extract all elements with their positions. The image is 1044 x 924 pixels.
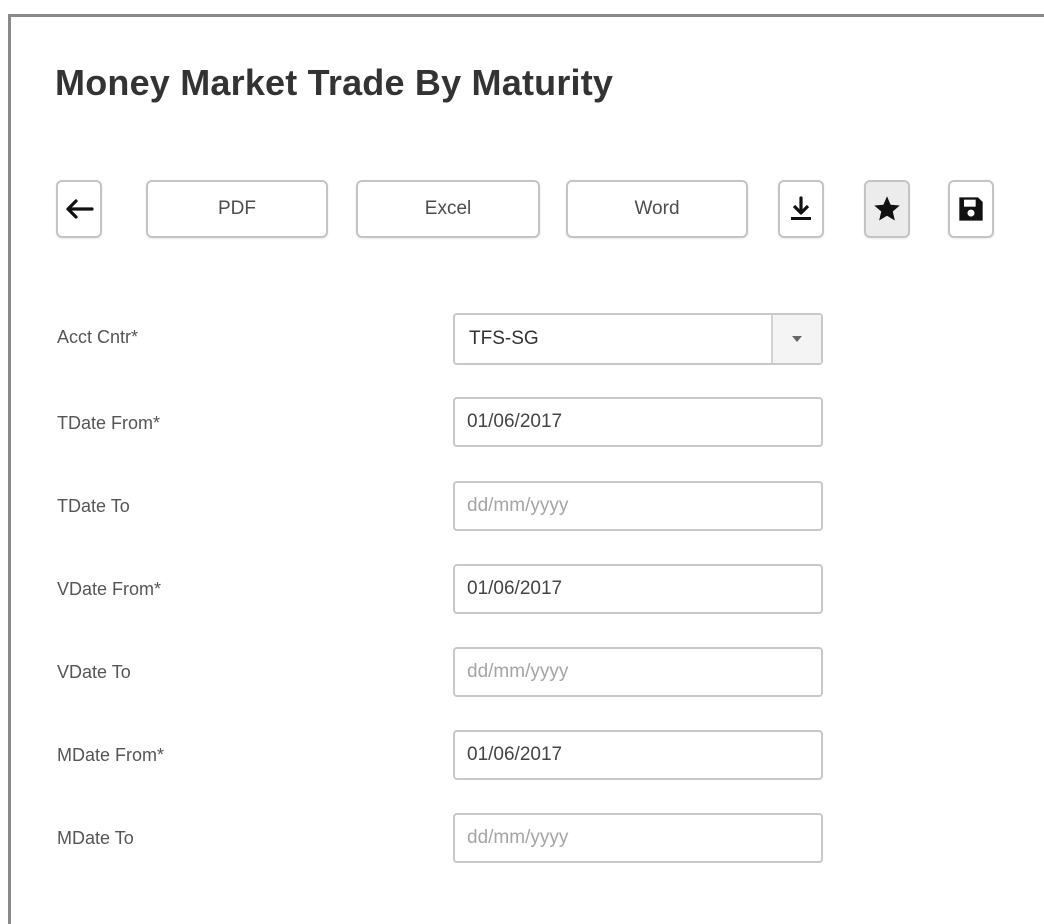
favorite-button[interactable]	[864, 180, 910, 238]
word-button[interactable]: Word	[566, 180, 748, 238]
mdate-from-input[interactable]: 01/06/2017	[453, 730, 823, 780]
select-dropdown-button[interactable]	[771, 315, 821, 363]
save-icon	[959, 197, 983, 221]
back-arrow-icon	[66, 199, 94, 219]
vdate-from-label: VDate From*	[57, 579, 162, 599]
excel-button[interactable]: Excel	[356, 180, 540, 238]
acct-cntr-value: TFS-SG	[469, 328, 539, 349]
chevron-down-icon	[792, 336, 802, 342]
vdate-to-input[interactable]: dd/mm/yyyy	[453, 647, 823, 697]
tdate-to-label: TDate To	[57, 496, 130, 516]
page-frame	[8, 14, 1044, 924]
save-button[interactable]	[948, 180, 994, 238]
acct-cntr-select[interactable]: TFS-SG	[453, 313, 823, 365]
mdate-to-label: MDate To	[57, 828, 134, 848]
download-button[interactable]	[778, 180, 824, 238]
star-icon	[874, 196, 900, 221]
back-button[interactable]	[56, 180, 102, 238]
acct-cntr-label: Acct Cntr*	[57, 327, 139, 347]
page-title: Money Market Trade By Maturity	[55, 62, 614, 103]
tdate-to-input[interactable]: dd/mm/yyyy	[453, 481, 823, 531]
download-icon	[791, 196, 811, 220]
mdate-to-input[interactable]: dd/mm/yyyy	[453, 813, 823, 863]
tdate-from-input[interactable]: 01/06/2017	[453, 397, 823, 447]
tdate-from-label: TDate From*	[57, 413, 161, 433]
pdf-button[interactable]: PDF	[146, 180, 328, 238]
vdate-from-input[interactable]: 01/06/2017	[453, 564, 823, 614]
vdate-to-label: VDate To	[57, 662, 131, 682]
mdate-from-label: MDate From*	[57, 745, 165, 765]
